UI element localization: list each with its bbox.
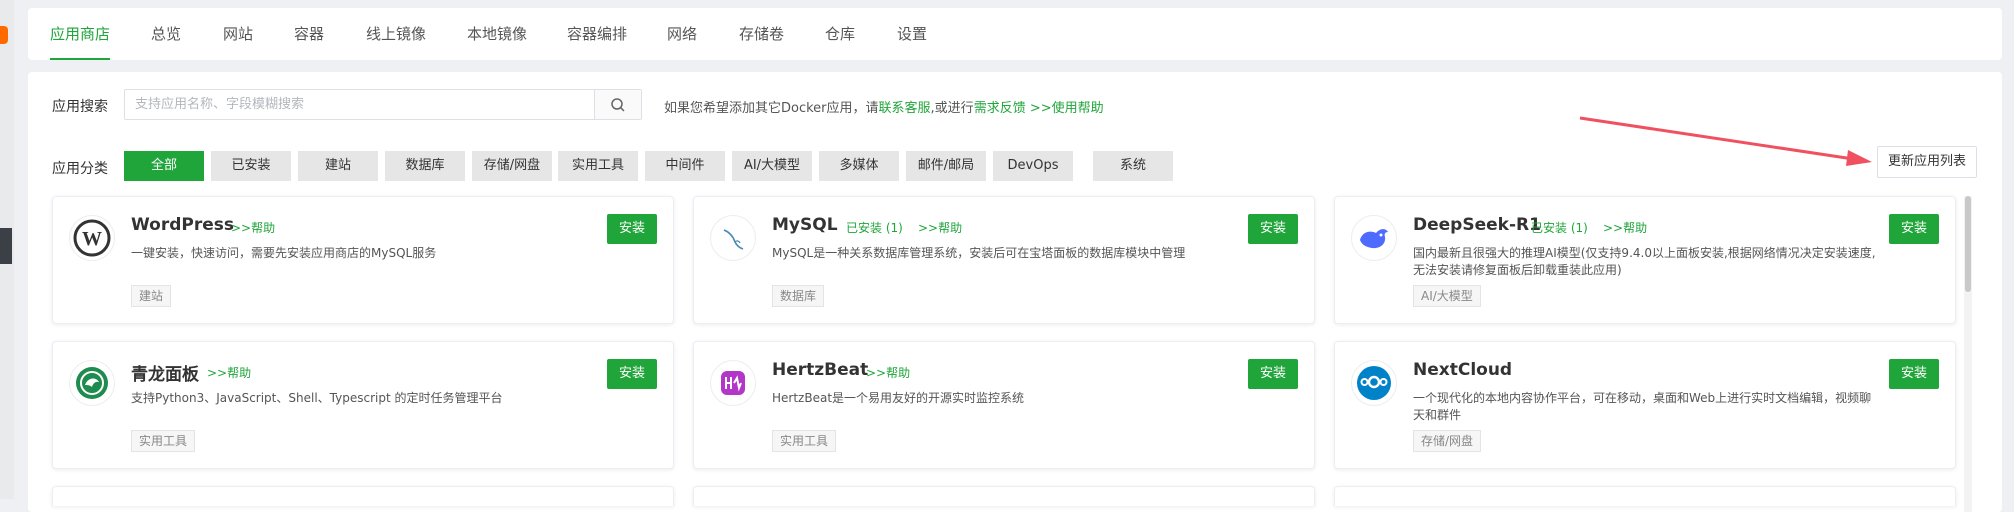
hertzbeat-icon <box>710 360 756 406</box>
install-button[interactable]: 安装 <box>1248 214 1298 244</box>
svg-text:W: W <box>82 228 102 250</box>
search-field <box>124 89 642 120</box>
contact-support-link[interactable]: 联系客服 <box>879 101 931 116</box>
app-tag: 数据库 <box>772 285 825 307</box>
app-description: 支持Python3、JavaScript、Shell、Typescript 的定… <box>131 391 503 405</box>
app-description: 一键安装，快速访问，需要先安装应用商店的MySQL服务 <box>131 246 437 260</box>
category-mail[interactable]: 邮件/邮局 <box>906 151 986 181</box>
wordpress-icon: W <box>69 215 115 261</box>
tab-app-store[interactable]: 应用商店 <box>50 8 111 60</box>
hint-text-middle: ,或进行 <box>930 101 974 116</box>
app-store-panel: 应用搜索 如果您希望添加其它Docker应用，请联系客服,或进行需求反馈 >>使… <box>28 72 2002 512</box>
app-name: HertzBeat <box>772 360 869 380</box>
app-tag: AI/大模型 <box>1413 285 1481 307</box>
app-name: 青龙面板 <box>131 365 199 385</box>
app-card-partial <box>52 486 674 506</box>
docker-hint: 如果您希望添加其它Docker应用，请联系客服,或进行需求反馈 >>使用帮助 <box>664 97 1104 116</box>
install-button[interactable]: 安装 <box>607 359 657 389</box>
tab-compose[interactable]: 容器编排 <box>567 8 627 60</box>
install-button[interactable]: 安装 <box>607 214 657 244</box>
category-website[interactable]: 建站 <box>298 151 378 181</box>
search-input[interactable] <box>125 90 595 119</box>
category-media[interactable]: 多媒体 <box>819 151 899 181</box>
app-card-nextcloud[interactable]: NextCloud 一个现代化的本地内容协作平台，可在移动，桌面和Web上进行实… <box>1334 341 1956 469</box>
top-tabs-bar: 应用商店 总览 网站 容器 线上镜像 本地镜像 容器编排 网络 存储卷 仓库 设… <box>28 8 2002 60</box>
app-help-link[interactable]: >>帮助 <box>866 364 910 381</box>
tab-local-images[interactable]: 本地镜像 <box>467 8 527 60</box>
category-storage[interactable]: 存储/网盘 <box>472 151 552 181</box>
app-help-link[interactable]: >>帮助 <box>918 219 962 236</box>
hint-text: 如果您希望添加其它Docker应用，请 <box>664 101 879 116</box>
app-tag: 存储/网盘 <box>1413 430 1482 452</box>
app-tag: 实用工具 <box>772 430 837 452</box>
category-system[interactable]: 系统 <box>1093 151 1173 181</box>
install-button[interactable]: 安装 <box>1248 359 1298 389</box>
mysql-icon <box>710 215 756 261</box>
app-card-partial <box>693 486 1315 506</box>
app-name: NextCloud <box>1413 360 1513 380</box>
app-description: 国内最新且很强大的推理AI模型(仅支持9.4.0以上面板安装,根据网络情况决定安… <box>1413 246 1876 277</box>
tab-volumes[interactable]: 存储卷 <box>739 8 784 60</box>
deepseek-icon <box>1351 215 1397 261</box>
tab-settings[interactable]: 设置 <box>897 8 927 60</box>
sidebar-active-fragment <box>0 228 12 264</box>
app-card-mysql[interactable]: MySQL 已安装 (1) >>帮助 MySQL是一种关系数据库管理系统，安装后… <box>693 196 1315 324</box>
app-card-qinglong[interactable]: 青龙面板 >>帮助 支持Python3、JavaScript、Shell、Typ… <box>52 341 674 469</box>
refresh-app-list-button[interactable]: 更新应用列表 <box>1877 146 1977 178</box>
tab-websites[interactable]: 网站 <box>223 8 253 60</box>
app-name: DeepSeek-R1 <box>1413 215 1541 235</box>
qinglong-icon <box>69 360 115 406</box>
category-installed[interactable]: 已安装 <box>211 151 291 181</box>
category-devops[interactable]: DevOps <box>993 151 1073 181</box>
category-all[interactable]: 全部 <box>124 151 204 181</box>
app-help-link[interactable]: >>帮助 <box>231 219 275 236</box>
installed-status: 已安装 (1) <box>846 221 903 235</box>
tab-overview[interactable]: 总览 <box>151 8 181 60</box>
app-name: WordPress <box>131 215 234 235</box>
category-ai[interactable]: AI/大模型 <box>732 151 812 181</box>
installed-status: 已安装 (1) <box>1531 221 1588 235</box>
app-help-link[interactable]: >>帮助 <box>207 364 251 381</box>
app-list-scrollbar[interactable] <box>1964 196 1972 512</box>
tab-online-images[interactable]: 线上镜像 <box>366 8 426 60</box>
category-middleware[interactable]: 中间件 <box>645 151 725 181</box>
tab-registry[interactable]: 仓库 <box>825 8 855 60</box>
app-description: 一个现代化的本地内容协作平台，可在移动，桌面和Web上进行实时文档编辑，视频聊天… <box>1413 391 1872 422</box>
app-tag: 建站 <box>131 285 172 307</box>
scrollbar-thumb[interactable] <box>1965 196 1971 292</box>
search-button[interactable] <box>594 90 641 119</box>
app-description: HertzBeat是一个易用友好的开源实时监控系统 <box>772 391 1025 405</box>
category-tools[interactable]: 实用工具 <box>558 151 638 181</box>
usage-help-link[interactable]: >>使用帮助 <box>1030 101 1104 116</box>
search-label: 应用搜索 <box>52 99 108 115</box>
app-help-link[interactable]: >>帮助 <box>1603 219 1647 236</box>
left-sidebar-edge <box>0 0 14 499</box>
app-card-deepseek[interactable]: DeepSeek-R1 已安装 (1) >>帮助 国内最新且很强大的推理AI模型… <box>1334 196 1956 324</box>
install-button[interactable]: 安装 <box>1889 214 1939 244</box>
tab-network[interactable]: 网络 <box>667 8 697 60</box>
category-label: 应用分类 <box>52 161 108 177</box>
category-database[interactable]: 数据库 <box>385 151 465 181</box>
app-tag: 实用工具 <box>131 430 196 452</box>
install-button[interactable]: 安装 <box>1889 359 1939 389</box>
app-card-partial <box>1334 486 1956 506</box>
app-name: MySQL <box>772 215 838 235</box>
nextcloud-icon <box>1351 360 1397 406</box>
app-card-hertzbeat[interactable]: HertzBeat >>帮助 HertzBeat是一个易用友好的开源实时监控系统… <box>693 341 1315 469</box>
tab-containers[interactable]: 容器 <box>294 8 324 60</box>
search-icon <box>611 97 625 112</box>
app-card-wordpress[interactable]: W WordPress >>帮助 一键安装，快速访问，需要先安装应用商店的MyS… <box>52 196 674 324</box>
app-description: MySQL是一种关系数据库管理系统，安装后可在宝塔面板的数据库模块中管理 <box>772 246 1186 260</box>
logo-fragment <box>0 26 8 44</box>
feedback-link[interactable]: 需求反馈 <box>974 101 1026 116</box>
